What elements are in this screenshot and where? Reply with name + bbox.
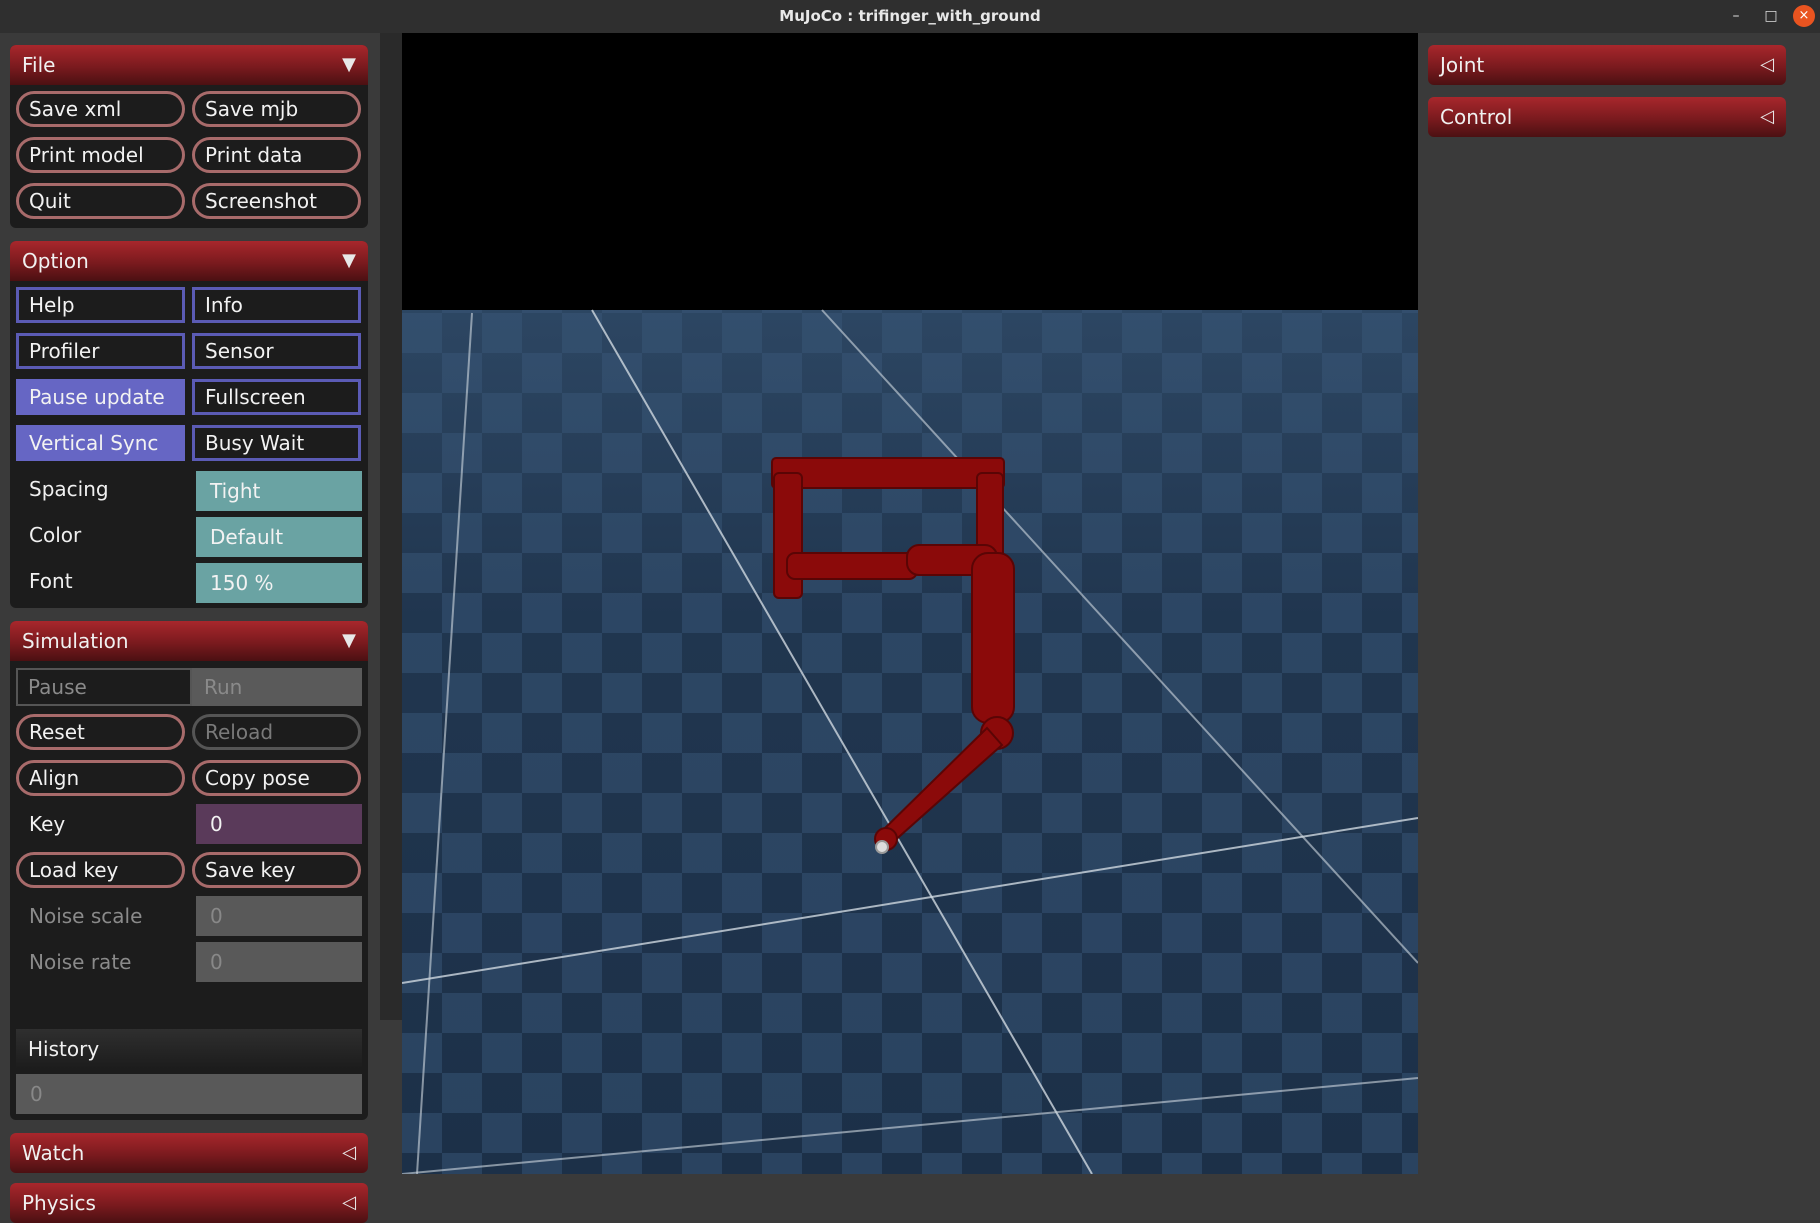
align-button[interactable]: Align (16, 760, 185, 796)
pause-update-toggle[interactable]: Pause update (16, 379, 185, 415)
joint-section-label: Joint (1440, 53, 1485, 77)
print-model-button[interactable]: Print model (16, 137, 185, 173)
profiler-toggle[interactable]: Profiler (16, 333, 185, 369)
noise-rate-input[interactable]: 0 (196, 942, 362, 982)
maximize-icon[interactable]: □ (1760, 5, 1782, 27)
simulation-section-label: Simulation (22, 629, 129, 653)
checker-floor (402, 309, 1418, 1174)
joint-section: Joint ◁ (1428, 45, 1786, 85)
simulation-section: Simulation ▼ Pause Run Reset Reload Alig… (10, 621, 368, 1120)
sky (402, 33, 1418, 310)
window-title: MuJoCo : trifinger_with_ground (779, 7, 1041, 25)
history-header: History (16, 1029, 362, 1069)
chevron-down-icon: ▼ (342, 630, 356, 651)
chevron-left-icon: ◁ (1760, 54, 1774, 75)
minimize-icon[interactable]: – (1725, 5, 1747, 27)
key-input[interactable]: 0 (196, 804, 362, 844)
right-ui-panel: Joint ◁ Control ◁ (1418, 33, 1820, 1174)
watch-section-header[interactable]: Watch ◁ (10, 1133, 368, 1173)
help-toggle[interactable]: Help (16, 287, 185, 323)
vertical-sync-toggle[interactable]: Vertical Sync (16, 425, 185, 461)
file-section-header[interactable]: File ▼ (10, 45, 368, 85)
spacing-label: Spacing (29, 477, 109, 501)
save-key-button[interactable]: Save key (192, 852, 361, 888)
color-select[interactable]: Default (196, 517, 362, 557)
copy-pose-button[interactable]: Copy pose (192, 760, 361, 796)
info-toggle[interactable]: Info (192, 287, 361, 323)
pause-radio[interactable]: Pause (16, 668, 192, 706)
load-key-button[interactable]: Load key (16, 852, 185, 888)
fullscreen-toggle[interactable]: Fullscreen (192, 379, 361, 415)
physics-section-label: Physics (22, 1191, 96, 1215)
option-section: Option ▼ Help Info Profiler Sensor Pause… (10, 241, 368, 608)
file-section-label: File (22, 53, 56, 77)
history-slider[interactable]: 0 (16, 1074, 362, 1114)
control-section: Control ◁ (1428, 97, 1786, 137)
noise-scale-label: Noise scale (29, 904, 143, 928)
control-section-label: Control (1440, 105, 1513, 129)
sensor-toggle[interactable]: Sensor (192, 333, 361, 369)
screenshot-button[interactable]: Screenshot (192, 183, 361, 219)
simulation-section-header[interactable]: Simulation ▼ (10, 621, 368, 661)
file-section: File ▼ Save xml Save mjb Print model Pri… (10, 45, 368, 228)
watch-section: Watch ◁ (10, 1133, 368, 1173)
chevron-down-icon: ▼ (342, 54, 356, 75)
chevron-left-icon: ◁ (342, 1192, 356, 1213)
chevron-left-icon: ◁ (342, 1142, 356, 1163)
run-radio[interactable]: Run (192, 668, 362, 706)
font-select[interactable]: 150 % (196, 563, 362, 603)
chevron-down-icon: ▼ (342, 250, 356, 271)
option-section-label: Option (22, 249, 89, 273)
physics-section-header[interactable]: Physics ◁ (10, 1183, 368, 1223)
spacing-select[interactable]: Tight (196, 471, 362, 511)
reload-button[interactable]: Reload (192, 714, 361, 750)
window-titlebar: MuJoCo : trifinger_with_ground – □ × (0, 0, 1820, 33)
key-label: Key (29, 812, 66, 836)
joint-section-header[interactable]: Joint ◁ (1428, 45, 1786, 85)
reset-button[interactable]: Reset (16, 714, 185, 750)
left-ui-panel: File ▼ Save xml Save mjb Print model Pri… (0, 33, 380, 1223)
print-data-button[interactable]: Print data (192, 137, 361, 173)
simulation-viewport[interactable] (402, 33, 1418, 1174)
scene-render (402, 33, 1418, 1174)
chevron-left-icon: ◁ (1760, 106, 1774, 127)
color-label: Color (29, 523, 82, 547)
history-label: History (28, 1037, 100, 1061)
close-icon[interactable]: × (1793, 5, 1815, 27)
left-panel-scrollbar[interactable] (380, 33, 402, 1020)
font-label: Font (29, 569, 73, 593)
save-mjb-button[interactable]: Save mjb (192, 91, 361, 127)
busy-wait-toggle[interactable]: Busy Wait (192, 425, 361, 461)
physics-section: Physics ◁ (10, 1183, 368, 1223)
save-xml-button[interactable]: Save xml (16, 91, 185, 127)
option-section-header[interactable]: Option ▼ (10, 241, 368, 281)
control-section-header[interactable]: Control ◁ (1428, 97, 1786, 137)
watch-section-label: Watch (22, 1141, 85, 1165)
noise-rate-label: Noise rate (29, 950, 132, 974)
noise-scale-input[interactable]: 0 (196, 896, 362, 936)
quit-button[interactable]: Quit (16, 183, 185, 219)
